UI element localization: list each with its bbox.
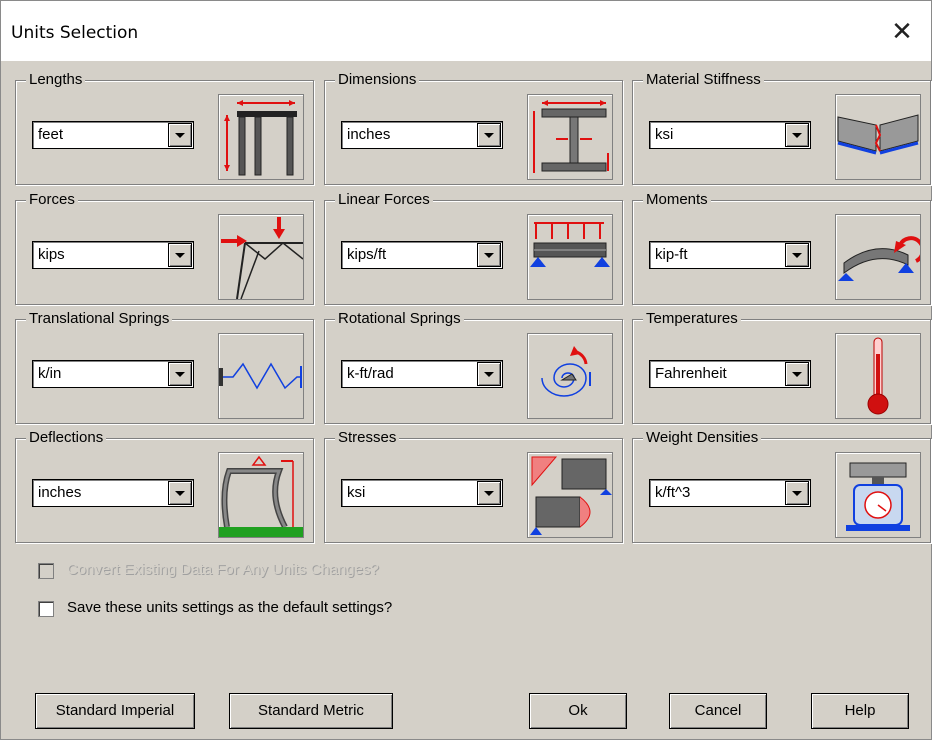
weight-densities-value: k/ft^3	[655, 484, 691, 501]
group-linear-forces: Linear Forces kips/ft	[324, 191, 623, 305]
rotational-springs-value: k-ft/rad	[347, 365, 394, 382]
save-default-checkbox[interactable]	[38, 601, 54, 617]
convert-data-checkbox[interactable]	[38, 563, 54, 579]
material-stiffness-select[interactable]: ksi	[649, 121, 811, 149]
translational-springs-value: k/in	[38, 365, 62, 382]
convert-data-label: Convert Existing Data For Any Units Chan…	[67, 561, 379, 578]
units-selection-dialog: Units Selection ✕ Lengths feet Dimension…	[0, 0, 932, 740]
linear-forces-select[interactable]: kips/ft	[341, 241, 503, 269]
dimensions-value: inches	[347, 126, 391, 143]
chevron-down-icon[interactable]	[168, 243, 192, 267]
beam-moment-icon	[835, 214, 921, 300]
bending-stiffness-icon	[835, 94, 921, 180]
temperatures-select[interactable]: Fahrenheit	[649, 360, 811, 388]
group-label-material-stiffness: Material Stiffness	[643, 71, 764, 89]
group-label-rotational-springs: Rotational Springs	[335, 310, 464, 328]
group-label-weight-densities: Weight Densities	[643, 429, 762, 447]
rotational-spring-icon	[527, 333, 613, 419]
rotational-springs-select[interactable]: k-ft/rad	[341, 360, 503, 388]
chevron-down-icon[interactable]	[477, 243, 501, 267]
group-label-deflections: Deflections	[26, 429, 107, 447]
spring-icon	[218, 333, 304, 419]
group-label-lengths: Lengths	[26, 71, 86, 89]
title-bar: Units Selection ✕	[1, 1, 931, 61]
moments-select[interactable]: kip-ft	[649, 241, 811, 269]
dimensions-select[interactable]: inches	[341, 121, 503, 149]
group-dimensions: Dimensions inches	[324, 71, 623, 185]
translational-springs-select[interactable]: k/in	[32, 360, 194, 388]
chevron-down-icon[interactable]	[168, 362, 192, 386]
deflections-value: inches	[38, 484, 82, 501]
group-temperatures: Temperatures Fahrenheit	[632, 310, 931, 424]
material-stiffness-value: ksi	[655, 126, 674, 143]
group-label-temperatures: Temperatures	[643, 310, 741, 328]
close-icon[interactable]: ✕	[887, 17, 917, 47]
ok-button[interactable]: Ok	[529, 693, 627, 729]
group-label-stresses: Stresses	[335, 429, 400, 447]
stresses-value: ksi	[347, 484, 366, 501]
lengths-value: feet	[38, 126, 64, 143]
linear-forces-value: kips/ft	[347, 246, 387, 263]
deflections-select[interactable]: inches	[32, 479, 194, 507]
standard-metric-button[interactable]: Standard Metric	[229, 693, 393, 729]
chevron-down-icon[interactable]	[168, 481, 192, 505]
group-label-moments: Moments	[643, 191, 711, 209]
deflected-frame-icon	[218, 452, 304, 538]
standard-imperial-button[interactable]: Standard Imperial	[35, 693, 195, 729]
group-lengths: Lengths feet	[15, 71, 314, 185]
cancel-button[interactable]: Cancel	[669, 693, 767, 729]
stresses-select[interactable]: ksi	[341, 479, 503, 507]
scale-icon	[835, 452, 921, 538]
chevron-down-icon[interactable]	[785, 243, 809, 267]
help-button[interactable]: Help	[811, 693, 909, 729]
truss-force-icon	[218, 214, 304, 300]
group-moments: Moments kip-ft	[632, 191, 931, 305]
group-label-dimensions: Dimensions	[335, 71, 420, 89]
stress-diagram-icon	[527, 452, 613, 538]
chevron-down-icon[interactable]	[785, 362, 809, 386]
frame-length-icon	[218, 94, 304, 180]
forces-value: kips	[38, 246, 65, 263]
dialog-title: Units Selection	[11, 23, 139, 43]
chevron-down-icon[interactable]	[477, 123, 501, 147]
lengths-select[interactable]: feet	[32, 121, 194, 149]
save-default-label: Save these units settings as the default…	[67, 599, 393, 616]
chevron-down-icon[interactable]	[168, 123, 192, 147]
group-stresses: Stresses ksi	[324, 429, 623, 543]
group-deflections: Deflections inches	[15, 429, 314, 543]
group-weight-densities: Weight Densities k/ft^3	[632, 429, 931, 543]
weight-densities-select[interactable]: k/ft^3	[649, 479, 811, 507]
group-material-stiffness: Material Stiffness ksi	[632, 71, 931, 185]
chevron-down-icon[interactable]	[477, 362, 501, 386]
distributed-load-icon	[527, 214, 613, 300]
moments-value: kip-ft	[655, 246, 688, 263]
group-label-linear-forces: Linear Forces	[335, 191, 433, 209]
thermometer-icon	[835, 333, 921, 419]
temperatures-value: Fahrenheit	[655, 365, 727, 382]
group-translational-springs: Translational Springs k/in	[15, 310, 314, 424]
chevron-down-icon[interactable]	[477, 481, 501, 505]
chevron-down-icon[interactable]	[785, 123, 809, 147]
group-label-forces: Forces	[26, 191, 78, 209]
group-rotational-springs: Rotational Springs k-ft/rad	[324, 310, 623, 424]
group-label-translational-springs: Translational Springs	[26, 310, 173, 328]
forces-select[interactable]: kips	[32, 241, 194, 269]
group-forces: Forces kips	[15, 191, 314, 305]
i-beam-dimension-icon	[527, 94, 613, 180]
chevron-down-icon[interactable]	[785, 481, 809, 505]
